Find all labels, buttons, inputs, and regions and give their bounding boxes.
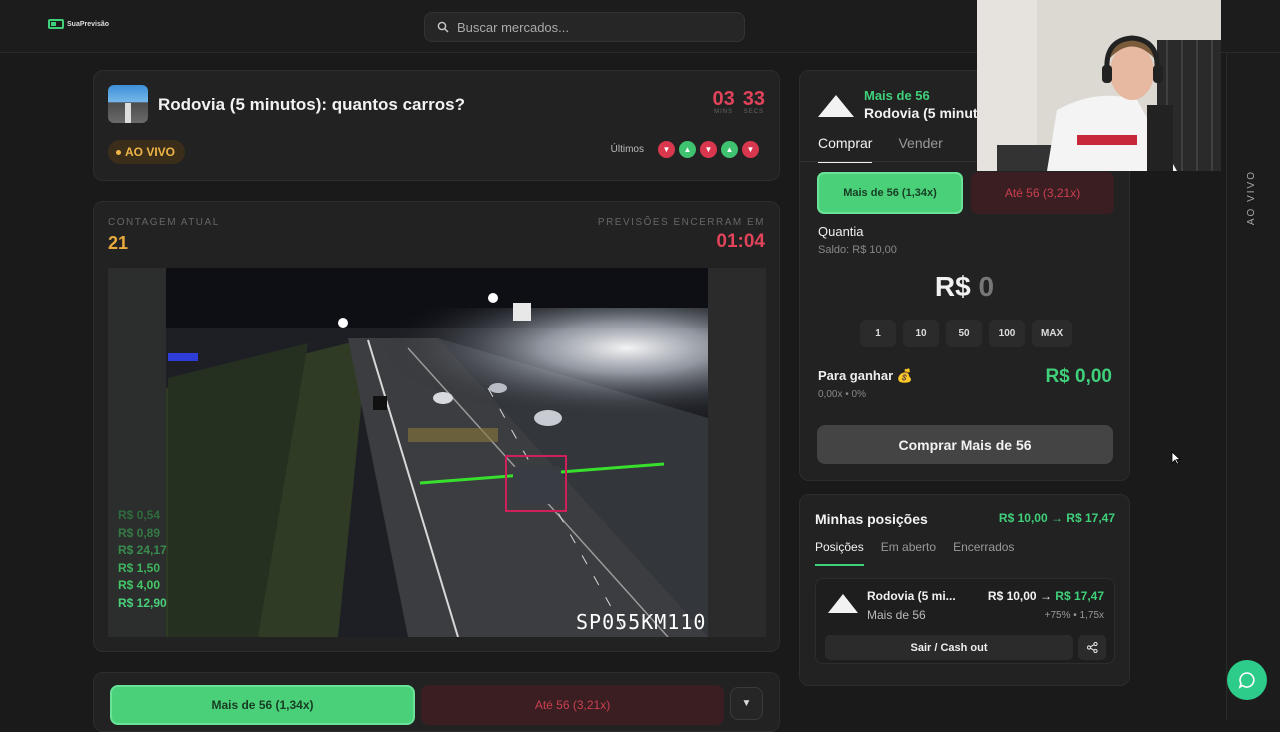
live-sidebar-label[interactable]: AO VIVO [1246, 170, 1257, 225]
logo[interactable]: SuaPrevisão [48, 19, 109, 29]
positions-title: Minhas posições [815, 511, 928, 527]
live-status-badge: AO VIVO [108, 140, 186, 164]
chat-button[interactable] [1227, 660, 1267, 700]
mouse-cursor-icon [1171, 451, 1181, 465]
expand-button[interactable]: ▼ [730, 687, 763, 720]
bet-feed-item: R$ 0,54 [118, 508, 161, 522]
camera-id-label: SP055KM110 [576, 610, 707, 634]
bet-feed-item: R$ 1,50 [118, 560, 161, 575]
bet-over-button[interactable]: Mais de 56 (1,34x) [110, 685, 415, 725]
bet-under-button[interactable]: Até 56 (3,21x) [421, 685, 724, 725]
quick-bet-bar: Mais de 56 (1,34x) Até 56 (3,21x) ▼ [93, 672, 780, 732]
positions-tabs: Posições Em aberto Encerrados [815, 540, 1014, 566]
webcam-image [977, 0, 1221, 171]
highway-camera-image [108, 268, 766, 637]
live-feed-card: CONTAGEM ATUAL 21 PREVISÕES ENCERRAM EM … [93, 201, 780, 652]
positions-panel: Minhas posições R$ 10,00 → R$ 17,47 Posi… [799, 494, 1130, 686]
search-input[interactable] [457, 19, 717, 35]
to-win-multiplier: 0,00x • 0% [818, 389, 866, 400]
quantity-label: Quantia [818, 224, 864, 239]
bet-feed-item: R$ 12,90 [118, 595, 167, 610]
bet-feed-item: R$ 0,89 [118, 525, 161, 540]
current-count-label: CONTAGEM ATUAL [108, 217, 220, 228]
live-video[interactable]: R$ 0,54 R$ 0,89 R$ 24,17 R$ 1,50 R$ 4,00 R$ 1… [108, 268, 766, 637]
quick-amount-50[interactable]: 50 [946, 320, 982, 347]
live-sidebar [1226, 53, 1280, 720]
trade-outcome: Mais de 56 [864, 88, 930, 103]
tab-open[interactable]: Em aberto [881, 540, 936, 566]
current-count-value: 21 [108, 233, 129, 253]
live-dot-icon [116, 149, 121, 155]
to-win-label: Para ganhar 💰 [818, 368, 913, 383]
chevron-down-icon: ▼ [741, 698, 752, 709]
quick-amount-100[interactable]: 100 [989, 320, 1025, 347]
countdown-timer: 03 MINS 33 SECS [713, 89, 766, 115]
cashout-button[interactable]: Sair / Cash out [825, 635, 1073, 660]
bet-feed: R$ 0,54 R$ 0,89 R$ 24,17 R$ 1,50 R$ 4,00 R$ 1… [118, 507, 167, 612]
result-down-icon: ▼ [742, 141, 759, 158]
result-down-icon: ▼ [700, 141, 717, 158]
search-icon [437, 21, 449, 33]
market-thumbnail [108, 85, 148, 123]
up-arrow-icon [828, 594, 858, 613]
position-outcome: Mais de 56 [867, 608, 926, 622]
share-icon [1086, 642, 1098, 653]
position-item[interactable]: Rodovia (5 mi... Mais de 56 R$ 10,00 → R… [815, 578, 1115, 664]
balance-text: Saldo: R$ 10,00 [818, 244, 897, 256]
recent-results: Últimos ▼ ▲ ▼ ▲ ▼ [611, 141, 759, 158]
quick-amount-10[interactable]: 10 [903, 320, 939, 347]
logo-text: SuaPrevisão [67, 20, 110, 28]
predictions-end-label: PREVISÕES ENCERRAM EM [597, 217, 765, 228]
quick-amount-max[interactable]: MAX [1032, 320, 1073, 347]
result-down-icon: ▼ [658, 141, 675, 158]
timer-seconds: 33 SECS [742, 88, 765, 115]
logo-icon [48, 19, 64, 29]
amount-input[interactable]: R$ 0 [800, 271, 1129, 303]
up-arrow-icon [818, 95, 854, 117]
result-up-icon: ▲ [679, 141, 696, 158]
webcam-overlay [977, 0, 1221, 171]
tab-buy[interactable]: Comprar [818, 135, 873, 163]
search-bar[interactable] [424, 12, 745, 42]
position-change: +75% • 1,75x [1044, 610, 1104, 621]
tab-positions[interactable]: Posições [815, 540, 864, 566]
market-title: Rodovia (5 minutos): quantos carros? [158, 95, 465, 114]
buy-button[interactable]: Comprar Mais de 56 [817, 425, 1113, 464]
timer-minutes: 03 MINS [712, 88, 735, 115]
option-over-button[interactable]: Mais de 56 (1,34x) [817, 172, 963, 214]
market-header-card: Rodovia (5 minutos): quantos carros? 03 … [93, 70, 780, 181]
share-button[interactable] [1078, 635, 1106, 660]
bet-feed-item: R$ 24,17 [118, 543, 167, 557]
result-up-icon: ▲ [721, 141, 738, 158]
tab-closed[interactable]: Encerrados [953, 540, 1014, 566]
predictions-end-timer: 01:04 [716, 231, 765, 252]
quick-amount-1[interactable]: 1 [860, 320, 896, 347]
to-win-value: R$ 0,00 [1045, 366, 1112, 387]
recent-results-label: Últimos [610, 144, 644, 155]
positions-total: R$ 10,00 → R$ 17,47 [998, 511, 1115, 525]
bet-feed-item: R$ 4,00 [118, 578, 161, 592]
quick-amounts: 1 10 50 100 MAX [860, 320, 1073, 347]
option-under-button[interactable]: Até 56 (3,21x) [971, 172, 1114, 214]
chat-bubble-icon [1238, 672, 1255, 689]
tab-sell[interactable]: Vender [898, 135, 942, 163]
position-values: R$ 10,00 → R$ 17,47 [987, 589, 1104, 603]
trade-tabs: Comprar Vender [818, 135, 943, 163]
position-market-name: Rodovia (5 mi... [867, 589, 956, 603]
